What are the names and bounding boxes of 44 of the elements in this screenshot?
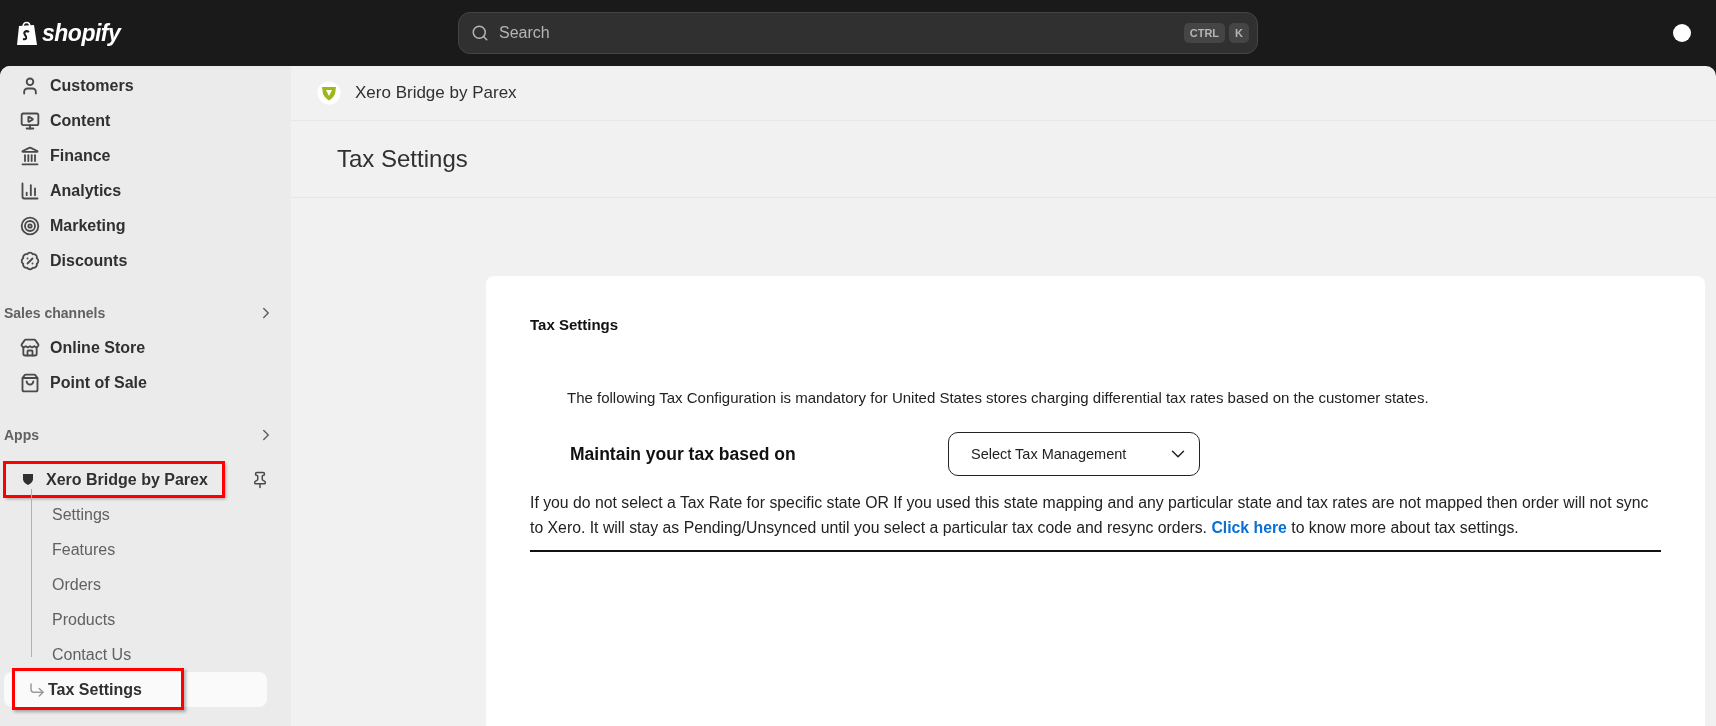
avatar-icon[interactable] xyxy=(1672,23,1692,43)
nav-item[interactable]: Marketing xyxy=(4,208,279,243)
intro-text: The following Tax Configuration is mandatory for United States stores charging differential tax rates based on the customer states. xyxy=(567,389,1430,406)
sub-nav-item[interactable]: Contact Us xyxy=(4,637,267,672)
keyboard-key: CTRL xyxy=(1183,23,1226,43)
shield-logo-icon xyxy=(317,81,341,105)
nav-item[interactable]: Finance xyxy=(4,138,279,173)
tax-management-select[interactable]: Select Tax Management xyxy=(948,432,1200,476)
search-bar[interactable]: Search CTRL K xyxy=(458,12,1258,54)
card-title: Tax Settings xyxy=(530,316,620,333)
shopping-bag-logo-icon xyxy=(16,20,38,46)
field-label: Maintain your tax based on xyxy=(570,443,797,465)
nav-item[interactable]: Discounts xyxy=(4,243,279,278)
chart-icon xyxy=(20,180,40,201)
search-field[interactable]: Search xyxy=(497,23,1176,43)
app-nav-item[interactable]: Xero Bridge by Parex xyxy=(4,462,224,497)
target-icon xyxy=(20,215,40,236)
keyboard-key: K xyxy=(1229,23,1249,43)
pin-icon[interactable] xyxy=(251,470,269,489)
arrow-icon xyxy=(28,680,46,699)
sub-nav-item[interactable]: Features xyxy=(4,532,267,567)
page-title: Tax Settings xyxy=(337,145,468,173)
shield-icon xyxy=(22,473,34,486)
discount-icon xyxy=(20,250,40,271)
note-text: If you do not select a Tax Rate for specific state OR If you used this state mapping and any particular state and tax rates are not mapped then order will not sync to Xero. It will stay as Pending/Unsynced until you select a particular tax code and resync orders. Click here to know more about tax settings. xyxy=(530,490,1661,552)
section-heading: Apps xyxy=(4,426,39,443)
bag-icon xyxy=(20,372,40,393)
brand-name: shopify xyxy=(42,19,121,47)
store-icon xyxy=(20,337,40,358)
nav-item[interactable]: Customers xyxy=(4,68,279,103)
section-heading: Sales channels xyxy=(4,304,106,321)
sub-nav-item[interactable]: Orders xyxy=(4,567,267,602)
nav-item[interactable]: Online Store xyxy=(4,330,279,365)
app-title: Xero Bridge by Parex xyxy=(355,83,517,103)
sub-nav-item[interactable]: Settings xyxy=(4,497,267,532)
sub-nav-item[interactable]: Products xyxy=(4,602,267,637)
nav-item[interactable]: Point of Sale xyxy=(4,365,279,400)
nav-item[interactable]: Content xyxy=(4,103,279,138)
search-icon xyxy=(471,24,489,42)
content-icon xyxy=(20,110,40,131)
click-here-link[interactable]: Click here xyxy=(1211,519,1287,536)
nav-item[interactable]: Analytics xyxy=(4,173,279,208)
bank-icon xyxy=(20,145,40,166)
user-icon xyxy=(20,75,40,96)
